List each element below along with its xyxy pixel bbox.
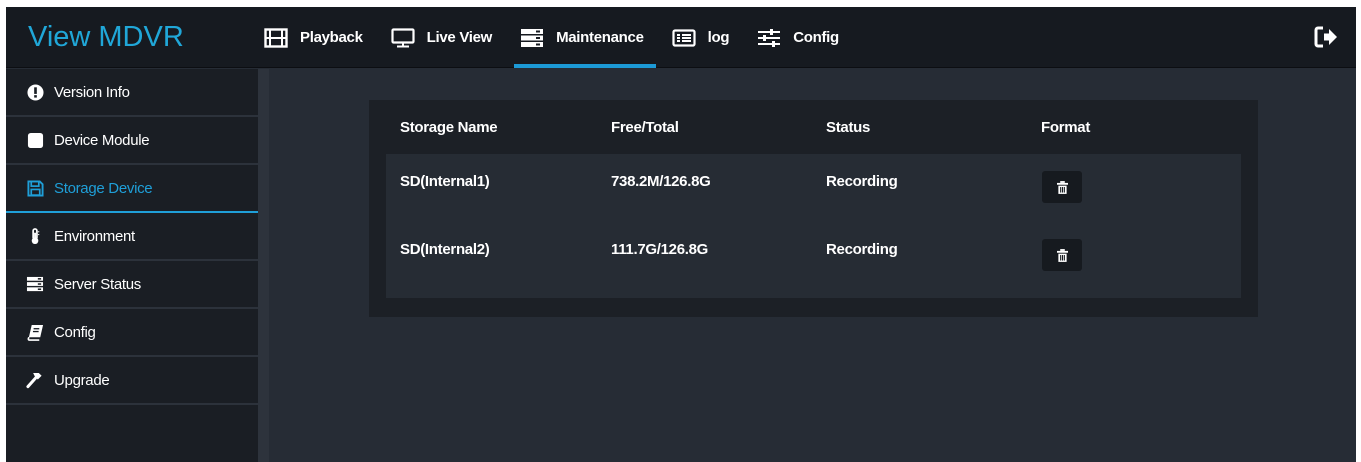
exclamation-circle-icon xyxy=(26,83,44,101)
column-header-storage-name: Storage Name xyxy=(400,119,498,136)
sidebar-item-server-status[interactable]: Server Status xyxy=(6,261,258,309)
nav-label: Maintenance xyxy=(556,29,644,46)
nav-playback[interactable]: Playback xyxy=(258,7,375,68)
nav-live-view[interactable]: Live View xyxy=(385,7,504,68)
nav-config[interactable]: Config xyxy=(751,7,851,68)
sidebar-item-label: Storage Device xyxy=(54,179,153,197)
hammer-icon xyxy=(26,371,44,389)
main-nav: Playback Live View Maintenance log Confi… xyxy=(258,7,861,68)
storage-device-panel: Storage Name Free/Total Status Format SD… xyxy=(369,100,1258,317)
free-total-cell: 738.2M/126.8G xyxy=(611,173,711,190)
sidebar-divider xyxy=(258,69,269,462)
nav-label: Live View xyxy=(426,29,493,46)
top-navigation-bar: View MDVR Playback Live View Maintenance… xyxy=(6,7,1356,68)
app-window: View MDVR Playback Live View Maintenance… xyxy=(6,7,1356,462)
sidebar-item-version-info[interactable]: Version Info xyxy=(6,69,258,117)
sidebar-item-label: Upgrade xyxy=(54,371,110,389)
list-icon xyxy=(672,28,696,47)
column-header-free-total: Free/Total xyxy=(611,119,679,136)
column-header-format: Format xyxy=(1041,119,1091,136)
format-button[interactable] xyxy=(1042,239,1082,271)
floppy-disk-icon xyxy=(26,179,44,197)
sidebar-item-label: Server Status xyxy=(54,275,141,293)
trash-icon xyxy=(1056,180,1068,194)
table-body: SD(Internal1) 738.2M/126.8G Recording SD… xyxy=(386,154,1241,298)
sidebar-item-upgrade[interactable]: Upgrade xyxy=(6,357,258,405)
sidebar-item-label: Device Module xyxy=(54,131,150,149)
nav-label: Config xyxy=(793,29,839,46)
nav-label: Playback xyxy=(300,29,363,46)
column-header-status: Status xyxy=(826,119,871,136)
thermometer-icon xyxy=(26,227,44,245)
table-row: SD(Internal1) 738.2M/126.8G Recording xyxy=(386,154,1241,224)
sidebar-item-label: Version Info xyxy=(54,83,130,101)
book-icon xyxy=(26,323,44,341)
storage-name-cell: SD(Internal2) xyxy=(400,241,490,258)
sidebar-item-config[interactable]: Config xyxy=(6,309,258,357)
free-total-cell: 111.7G/126.8G xyxy=(611,241,709,258)
status-cell: Recording xyxy=(826,173,898,190)
sign-out-icon[interactable] xyxy=(1314,25,1338,49)
sidebar-item-label: Environment xyxy=(54,227,135,245)
sliders-icon xyxy=(758,28,781,47)
table-row: SD(Internal2) 111.7G/126.8G Recording xyxy=(386,222,1241,292)
film-icon xyxy=(264,27,288,48)
monitor-icon xyxy=(391,27,415,47)
nav-label: log xyxy=(707,29,730,46)
status-cell: Recording xyxy=(826,241,898,258)
table-header: Storage Name Free/Total Status Format xyxy=(369,100,1258,154)
format-button[interactable] xyxy=(1042,171,1082,203)
storage-name-cell: SD(Internal1) xyxy=(400,173,490,190)
server-icon xyxy=(521,28,544,47)
sidebar-item-label: Config xyxy=(54,323,96,341)
nav-maintenance[interactable]: Maintenance xyxy=(514,7,656,68)
sidebar-item-device-module[interactable]: Device Module xyxy=(6,117,258,165)
sidebar: Version Info Device Module Storage Devic… xyxy=(6,69,258,462)
trash-icon xyxy=(1056,248,1068,262)
sidebar-item-environment[interactable]: Environment xyxy=(6,213,258,261)
sidebar-item-storage-device[interactable]: Storage Device xyxy=(6,165,258,213)
nav-log[interactable]: log xyxy=(666,7,742,68)
server-icon xyxy=(26,275,44,293)
app-title: View MDVR xyxy=(28,21,184,53)
square-icon xyxy=(26,131,44,149)
